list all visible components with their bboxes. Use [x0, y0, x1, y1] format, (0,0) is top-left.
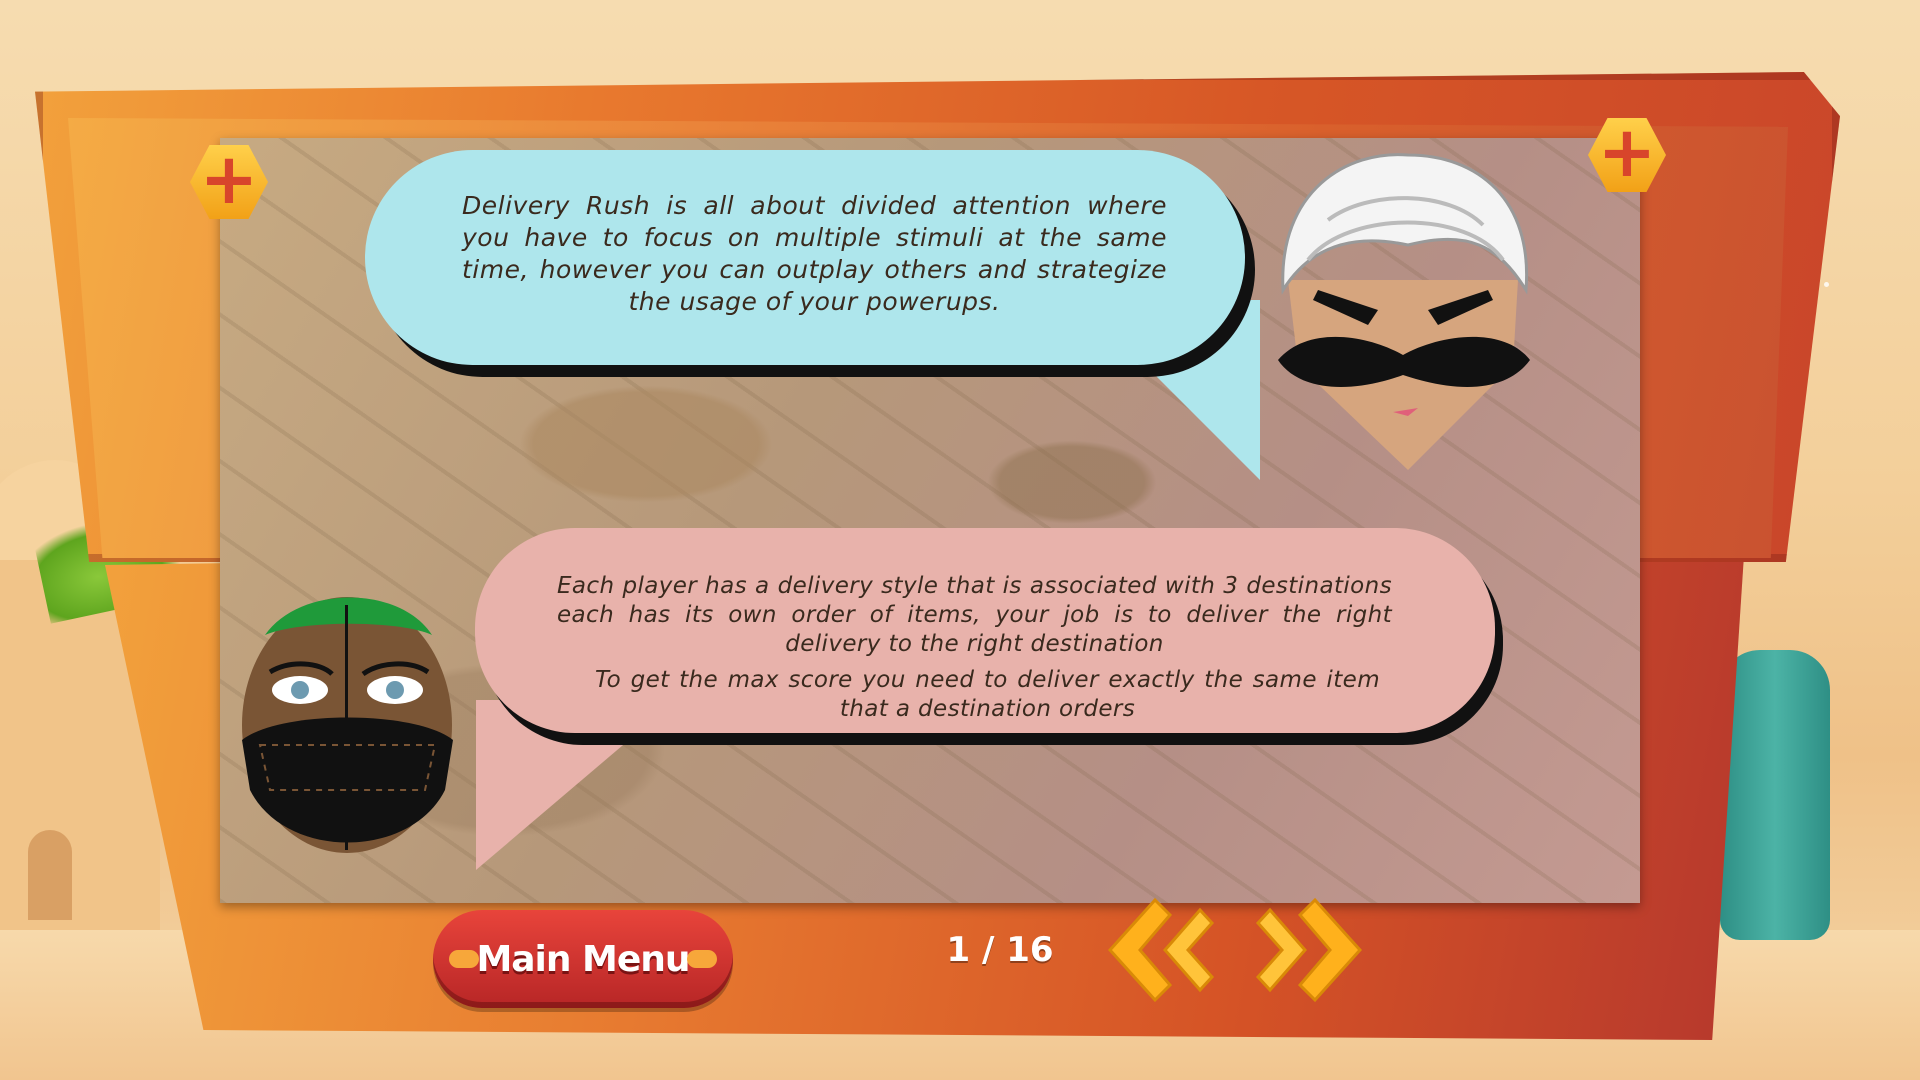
double-chevron-left-icon [1107, 897, 1215, 1003]
previous-page-button[interactable] [1100, 895, 1220, 1005]
game-scene: + + Delivery Rush is all about divided a… [0, 0, 1920, 1080]
veiled-woman-avatar [242, 597, 453, 853]
instruction-text-3: To get the max score you need to deliver… [595, 667, 1380, 722]
sparkle [1824, 282, 1829, 287]
page-indicator: 1 / 16 [946, 930, 1054, 970]
plus-icon: + [199, 138, 259, 220]
background-vase [1720, 650, 1830, 940]
button-gem-left [449, 950, 479, 968]
instruction-text-1: Delivery Rush is all about divided atten… [462, 191, 1167, 316]
plus-icon: + [1597, 111, 1657, 193]
next-page-button[interactable] [1250, 895, 1370, 1005]
main-menu-label: Main Menu [476, 938, 690, 980]
instruction-text-2: Each player has a delivery style that is… [557, 573, 1392, 657]
background-door [28, 830, 72, 920]
double-chevron-right-icon [1255, 897, 1363, 1003]
button-gem-right [687, 950, 717, 968]
turban-man-avatar [1278, 153, 1530, 470]
main-menu-button[interactable]: Main Menu [433, 910, 733, 1008]
